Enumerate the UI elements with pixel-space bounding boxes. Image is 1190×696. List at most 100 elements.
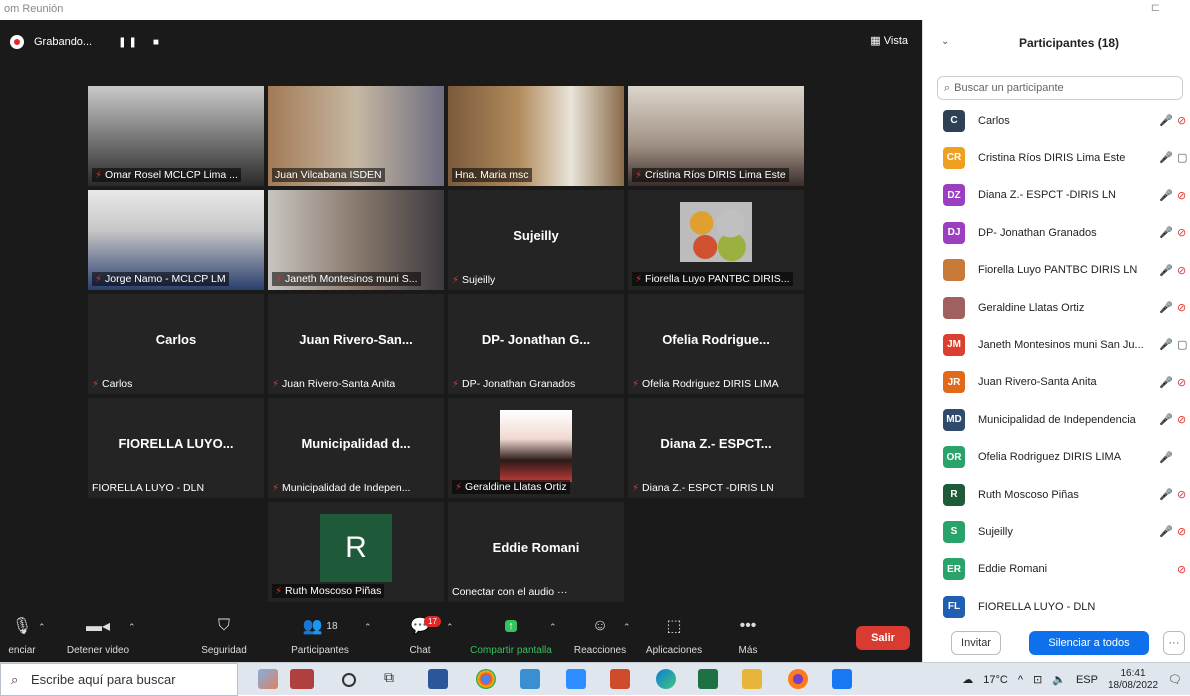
- participant-row[interactable]: R Ruth Moscoso Piñas 🎤 ⊘: [923, 476, 1190, 513]
- task-view-icon[interactable]: ⧉: [384, 669, 404, 689]
- participant-row[interactable]: Fiorella Luyo PANTBC DIRIS LN 🎤 ⊘: [923, 252, 1190, 289]
- participant-search-input[interactable]: ⌕ Buscar un participante: [937, 76, 1183, 100]
- camera-off-icon: ⊘: [1177, 115, 1187, 127]
- security-button[interactable]: ⛉ Seguridad: [192, 612, 256, 662]
- search-icon: ⌕: [11, 671, 19, 687]
- network-icon[interactable]: ⊡: [1033, 673, 1042, 686]
- file-explorer-icon[interactable]: [742, 669, 762, 689]
- video-tile[interactable]: Ofelia Rodrigue... ⚡ Ofelia Rodriguez DIRI…: [628, 294, 804, 394]
- tile-name-label: Fiorella Luyo PANTBC DIRIS...: [645, 273, 790, 285]
- calculator-icon[interactable]: [520, 669, 540, 689]
- participant-row[interactable]: JR Juan Rivero-Santa Anita 🎤 ⊘: [923, 364, 1190, 401]
- muted-mic-icon: ⚡: [635, 169, 643, 181]
- participant-row[interactable]: JM Janeth Montesinos muni San Ju... 🎤 ▢: [923, 326, 1190, 363]
- tile-caption: ⚡ Ofelia Rodriguez DIRIS LIMA: [632, 378, 779, 390]
- view-button[interactable]: ▦ Vista: [870, 34, 908, 47]
- share-options-chevron-icon[interactable]: ⌃: [549, 622, 557, 633]
- panel-more-button[interactable]: ···: [1163, 631, 1185, 655]
- word-icon[interactable]: [428, 669, 448, 689]
- participant-row[interactable]: CR Cristina Ríos DIRIS Lima Este 🎤 ▢: [923, 139, 1190, 176]
- video-tile[interactable]: Diana Z.- ESPCT... ⚡ Diana Z.- ESPCT -DIRI…: [628, 398, 804, 498]
- participant-row[interactable]: DJ DP- Jonathan Granados 🎤 ⊘: [923, 214, 1190, 251]
- muted-mic-icon: ⚡: [455, 481, 463, 493]
- audio-options-chevron-icon[interactable]: ⌃: [38, 622, 46, 633]
- stop-recording-button[interactable]: ■: [153, 37, 161, 48]
- facebook-icon[interactable]: [832, 669, 852, 689]
- video-tile[interactable]: Eddie Romani Conectar con el audio ···: [448, 502, 624, 602]
- invite-button[interactable]: Invitar: [951, 631, 1001, 655]
- taskbar-search-input[interactable]: ⌕ Escribe aquí para buscar: [0, 663, 238, 696]
- cortana-icon[interactable]: [342, 673, 356, 687]
- participant-row[interactable]: FL FIORELLA LUYO - DLN: [923, 588, 1190, 625]
- avatar: R: [943, 483, 965, 506]
- participant-name: Sujeilly: [978, 525, 1013, 538]
- muted-mic-icon: 🎤: [1159, 189, 1173, 202]
- video-tile[interactable]: ⚡ Jorge Namo - MCLCP LM: [88, 190, 264, 290]
- video-tile[interactable]: ⚡ Janeth Montesinos muni S...: [268, 190, 444, 290]
- notification-icon[interactable]: 🗨: [1168, 673, 1182, 686]
- muted-mic-icon: 🎤: [1159, 489, 1173, 501]
- house-icon[interactable]: [290, 669, 314, 689]
- stop-video-button[interactable]: ▬◂ Detener video: [58, 612, 138, 662]
- cloud-icon: ☁: [962, 674, 974, 686]
- reactions-button[interactable]: ☺ Reacciones: [570, 612, 630, 662]
- powerpoint-icon[interactable]: [610, 669, 630, 689]
- participant-row[interactable]: Geraldine Llatas Ortiz 🎤 ⊘: [923, 289, 1190, 326]
- excel-icon[interactable]: [698, 669, 718, 689]
- tile-name-label: Jorge Namo - MCLCP LM: [105, 273, 226, 285]
- more-button[interactable]: ••• Más: [726, 612, 770, 662]
- tile-caption: Hna. Maria msc: [452, 168, 532, 182]
- video-label: Detener video: [66, 645, 130, 656]
- mute-all-button[interactable]: Silenciar a todos: [1029, 631, 1149, 655]
- video-tile[interactable]: ⚡ Cristina Ríos DIRIS Lima Este: [628, 86, 804, 186]
- participant-row[interactable]: C Carlos 🎤 ⊘: [923, 102, 1190, 139]
- video-tile[interactable]: ⚡ Geraldine Llatas Ortiz: [448, 398, 624, 498]
- apps-label: Aplicaciones: [645, 645, 703, 656]
- video-tile[interactable]: Juan Vilcabana ISDEN: [268, 86, 444, 186]
- participant-row[interactable]: DZ Diana Z.- ESPCT -DIRIS LN 🎤 ⊘: [923, 177, 1190, 214]
- video-tile[interactable]: ⚡ Fiorella Luyo PANTBC DIRIS...: [628, 190, 804, 290]
- collapse-chevron-icon[interactable]: ⌄: [941, 36, 949, 47]
- volume-icon[interactable]: 🔈: [1052, 673, 1066, 686]
- video-tile[interactable]: Sujeilly ⚡ Sujeilly: [448, 190, 624, 290]
- language-indicator[interactable]: ESP: [1076, 674, 1098, 686]
- participant-row[interactable]: OR Ofelia Rodriguez DIRIS LIMA 🎤: [923, 439, 1190, 476]
- participants-options-chevron-icon[interactable]: ⌃: [364, 622, 372, 633]
- panel-header: ⌄ Participantes (18): [923, 20, 1190, 66]
- video-tile[interactable]: Municipalidad d... ⚡ Municipalidad de Inde…: [268, 398, 444, 498]
- video-tile[interactable]: R ⚡ Ruth Moscoso Piñas: [268, 502, 444, 602]
- video-tile[interactable]: FIORELLA LUYO... FIORELLA LUYO - DLN: [88, 398, 264, 498]
- avatar: JM: [943, 333, 965, 356]
- reactions-options-chevron-icon[interactable]: ⌃: [623, 622, 631, 633]
- zoom-icon[interactable]: [566, 669, 586, 689]
- tray-chevron-icon[interactable]: ^: [1018, 674, 1023, 686]
- firefox-icon[interactable]: [788, 669, 808, 689]
- apps-button[interactable]: ⬚ Aplicaciones: [641, 612, 707, 662]
- video-tile[interactable]: Carlos ⚡ Carlos: [88, 294, 264, 394]
- weather-widget-icon[interactable]: [258, 669, 278, 689]
- participant-row[interactable]: ER Eddie Romani ⊘: [923, 551, 1190, 588]
- leave-button[interactable]: Salir: [856, 626, 910, 650]
- view-label: Vista: [883, 35, 908, 47]
- chrome-icon[interactable]: [476, 669, 496, 689]
- video-options-chevron-icon[interactable]: ⌃: [128, 622, 136, 633]
- video-tile[interactable]: DP- Jonathan G... ⚡ DP- Jonathan Granados: [448, 294, 624, 394]
- pause-recording-button[interactable]: ❚❚: [118, 37, 139, 48]
- tile-caption: ⚡ Cristina Ríos DIRIS Lima Este: [632, 168, 789, 182]
- video-tile[interactable]: ⚡ Omar Rosel MCLCP Lima ...: [88, 86, 264, 186]
- audio-button[interactable]: 🎙 enciar: [0, 612, 44, 662]
- video-tile[interactable]: Hna. Maria msc: [448, 86, 624, 186]
- tile-caption: ⚡ Ruth Moscoso Piñas: [272, 584, 385, 598]
- muted-mic-icon: ⚡: [632, 482, 640, 494]
- clock[interactable]: 16:41 18/08/2022: [1108, 668, 1158, 692]
- edge-icon[interactable]: [656, 669, 676, 689]
- participants-button[interactable]: 👥 18 Participantes: [282, 612, 358, 662]
- participant-row[interactable]: S Sujeilly 🎤 ⊘: [923, 513, 1190, 550]
- share-label: Compartir pantalla: [470, 645, 552, 656]
- chat-options-chevron-icon[interactable]: ⌃: [446, 622, 454, 633]
- share-screen-button[interactable]: ↑ Compartir pantalla: [466, 612, 556, 662]
- video-tile[interactable]: Juan Rivero-San... ⚡ Juan Rivero-Santa Ani…: [268, 294, 444, 394]
- participant-row[interactable]: MD Municipalidad de Independencia 🎤 ⊘: [923, 401, 1190, 438]
- minimize-icon[interactable]: ⊏: [1151, 1, 1160, 14]
- avatar: FL: [943, 595, 965, 618]
